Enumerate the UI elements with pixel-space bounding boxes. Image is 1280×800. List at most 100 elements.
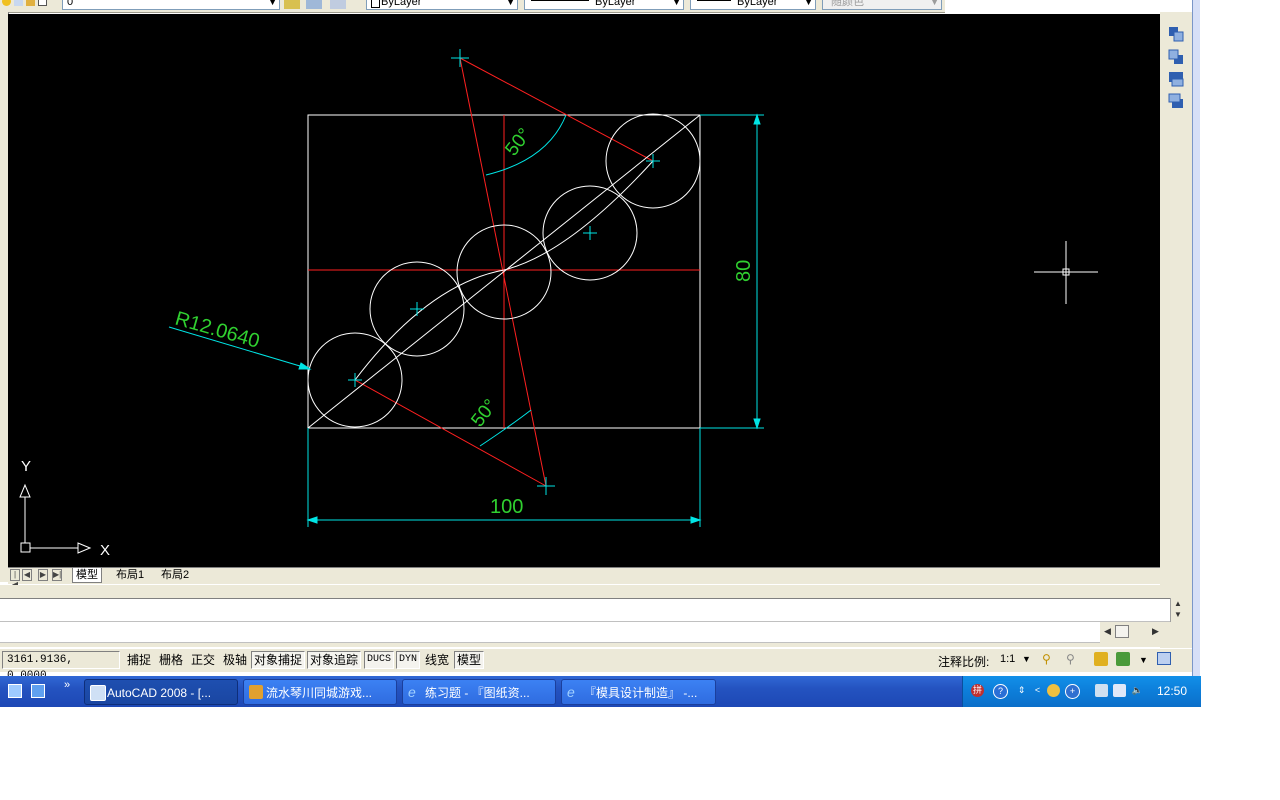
next-tab-icon[interactable]: ▶	[38, 569, 48, 581]
command-history[interactable]	[0, 598, 1170, 622]
chevron-down-icon: ▼	[672, 0, 681, 7]
help-icon[interactable]: ?	[993, 684, 1008, 699]
color-swatch	[371, 0, 380, 8]
taskbar-item-game[interactable]: 流水琴川同城游戏...	[243, 679, 397, 705]
construction-line-bottom	[354, 379, 547, 487]
tray-collapse-icon[interactable]: <	[1031, 684, 1044, 697]
chevron-down-icon: ▼	[930, 0, 939, 7]
input-method-icon[interactable]: 拼	[971, 684, 984, 697]
taskbar-item-autocad[interactable]: AutoCAD 2008 - [...	[84, 679, 238, 705]
annotation-scale-value[interactable]: 1:1	[1000, 653, 1015, 665]
window-border	[1192, 0, 1200, 706]
toggle-ortho[interactable]: 正交	[188, 651, 218, 669]
properties-toolbar: 0 ▼ ByLayer ▼ ByLayer ▼ ByLayer ▼ 随颜色 ▼	[0, 0, 945, 13]
chevron-down-icon: ▼	[506, 0, 515, 7]
quick-launch-icon[interactable]	[31, 684, 45, 698]
construction-line-top	[459, 57, 654, 162]
ucs-label-y: Y	[21, 458, 31, 475]
scroll-left-icon[interactable]: ◀	[1104, 626, 1111, 637]
status-bar: 3161.9136, 0.0000 捕捉 栅格 正交 极轴 对象捕捉 对象追踪 …	[0, 648, 1192, 682]
game-icon	[249, 685, 263, 699]
annotation-visibility-icon[interactable]: ⚲	[1042, 652, 1056, 666]
first-tab-icon[interactable]: |◀	[10, 569, 20, 589]
draw-order-back-icon[interactable]	[1168, 49, 1184, 65]
color-value: ByLayer	[381, 0, 422, 8]
network-icon[interactable]	[1047, 684, 1060, 697]
tab-layout2[interactable]: 布局2	[158, 568, 192, 583]
toggle-osnap[interactable]: 对象捕捉	[251, 651, 306, 669]
plotstyle-value: 随颜色	[831, 0, 864, 8]
toggle-model[interactable]: 模型	[454, 651, 485, 669]
tab-model[interactable]: 模型	[72, 568, 102, 583]
linetype-dropdown[interactable]: ByLayer ▼	[524, 0, 684, 10]
ucs-label-x: X	[100, 542, 110, 559]
layer-manager-icon[interactable]	[284, 0, 300, 9]
layer-copy-icon[interactable]	[330, 0, 346, 9]
dim-text-height: 80	[733, 260, 755, 282]
dim-arrow	[753, 418, 761, 430]
security-shield-icon[interactable]: +	[1065, 684, 1080, 699]
coordinate-readout[interactable]: 3161.9136, 0.0000	[2, 651, 120, 682]
volume-icon[interactable]: 🔈	[1131, 684, 1144, 697]
toggle-dyn[interactable]: DYN	[396, 651, 421, 669]
annotation-scale-label: 注释比例:	[938, 655, 990, 669]
lineweight-dropdown[interactable]: ByLayer ▼	[690, 0, 816, 10]
toggle-snap[interactable]: 捕捉	[124, 651, 154, 669]
system-tray: 拼 ? ⇕ < + 🔈 12:50	[962, 676, 1201, 707]
show-desktop-icon[interactable]	[8, 684, 22, 698]
taskbar-item-ie-mold[interactable]: e 『模具设计制造』 -...	[561, 679, 716, 705]
layout-tabs-bar: |◀ ◀ ▶ ▶| 模型 布局1 布局2	[8, 567, 1160, 589]
lineweight-value: ByLayer	[737, 0, 778, 8]
usb-device-icon[interactable]	[1095, 684, 1108, 697]
chevron-down-icon: ▼	[268, 0, 277, 7]
dim-text-radius: R12.0640	[173, 308, 262, 353]
color-dropdown[interactable]: ByLayer ▼	[366, 0, 518, 10]
tray-options-icon[interactable]: ⇕	[1015, 684, 1028, 697]
toggle-ducs[interactable]: DUCS	[364, 651, 395, 669]
crosshair-cursor-icon	[1034, 241, 1098, 304]
ucs-icon	[19, 483, 92, 554]
layer-dropdown[interactable]: 0 ▼	[62, 0, 280, 10]
quick-launch-overflow-icon[interactable]: »	[64, 679, 70, 691]
command-scrollbar[interactable]: ▲ ▼	[1170, 598, 1185, 622]
ie-icon: e	[567, 684, 575, 700]
toggle-lineweight[interactable]: 线宽	[422, 651, 452, 669]
toolbar-lock-icon[interactable]	[1094, 652, 1108, 666]
status-tray-settings-icon[interactable]	[1116, 652, 1130, 666]
drawing-canvas[interactable]: 100 80 R12.0640 50° 50° X Y	[8, 14, 1160, 567]
linetype-preview	[531, 0, 589, 1]
taskbar-item-ie-exercise[interactable]: e 练习题 - 『图纸资...	[402, 679, 556, 705]
dim-arrow	[306, 516, 318, 524]
draw-order-under-icon[interactable]	[1168, 93, 1184, 109]
dim-arrow	[690, 516, 702, 524]
plotstyle-dropdown[interactable]: 随颜色 ▼	[822, 0, 942, 10]
horizontal-scrollbar[interactable]: ◀ ▶	[1100, 624, 1162, 640]
toggle-otrack[interactable]: 对象追踪	[307, 651, 362, 669]
chevron-down-icon: ▼	[804, 0, 813, 7]
linetype-value: ByLayer	[595, 0, 636, 8]
angle-text-bottom: 50°	[467, 396, 501, 432]
dim-arrow	[753, 113, 761, 125]
dim-text-width: 100	[490, 496, 523, 518]
angle-text-top: 50°	[501, 125, 535, 161]
prev-tab-icon[interactable]: ◀	[22, 569, 32, 581]
chevron-down-icon[interactable]: ▼	[1022, 654, 1031, 664]
toggle-grid[interactable]: 栅格	[156, 651, 186, 669]
taskbar-clock[interactable]: 12:50	[1157, 684, 1187, 698]
scroll-right-icon[interactable]: ▶	[1152, 626, 1159, 637]
monitor-icon[interactable]	[1113, 684, 1126, 697]
last-tab-icon[interactable]: ▶|	[52, 569, 62, 581]
clean-screen-icon[interactable]	[1157, 652, 1171, 665]
command-input[interactable]	[0, 622, 1100, 643]
layer-state-icons[interactable]	[2, 0, 62, 9]
scroll-thumb[interactable]	[1115, 625, 1129, 638]
layer-value: 0	[67, 0, 74, 8]
toggle-polar[interactable]: 极轴	[220, 651, 250, 669]
chevron-down-icon[interactable]: ▼	[1139, 655, 1148, 665]
draw-order-above-icon[interactable]	[1168, 71, 1184, 87]
draw-order-front-icon[interactable]	[1168, 26, 1184, 42]
tab-layout1[interactable]: 布局1	[113, 568, 147, 583]
layer-previous-icon[interactable]	[306, 0, 322, 9]
auto-scale-icon[interactable]: ⚲	[1066, 652, 1080, 666]
lineweight-preview	[697, 0, 731, 1]
